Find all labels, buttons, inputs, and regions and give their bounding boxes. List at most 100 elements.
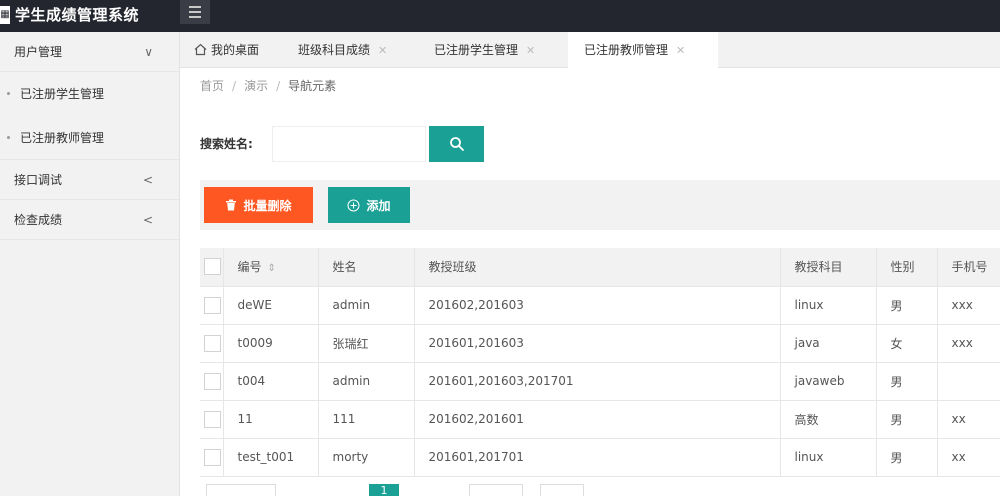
cell-phone: xxx [937,286,1000,325]
cell-subject: linux [780,438,877,477]
cell-phone: xxx [937,324,1000,363]
search-label: 搜索姓名: [200,137,253,151]
cell-classes: 201601,201603,201701 [414,362,781,401]
cell-phone [937,362,1000,401]
close-icon[interactable]: ✕ [526,44,535,57]
breadcrumb-current: 导航元素 [288,79,337,93]
batch-delete-button[interactable]: 批量删除 [204,187,313,223]
close-icon[interactable]: ✕ [378,44,387,57]
plus-circle-icon [347,199,360,211]
menu-toggle-button[interactable] [180,0,210,24]
tab-registered-students[interactable]: 已注册学生管理 ✕ [434,32,535,68]
cell-name: morty [318,438,415,477]
app-title: 学生成绩管理系统 [15,6,140,24]
cell-phone: xx [937,438,1000,477]
cell-id: test_t001 [223,438,319,477]
row-checkbox[interactable] [204,410,221,428]
cell-phone: xx [937,400,1000,439]
column-header-id[interactable]: 编号 ⇕ [223,248,319,287]
tab-bar: 我的桌面 班级科目成绩 ✕ 已注册学生管理 ✕ 已注册教师管理 ✕ [180,32,1000,69]
tab-label: 班级科目成绩 [298,43,371,57]
table-row[interactable]: test_t001 morty 201601,201701 linux 男 xx [200,438,1000,477]
close-icon[interactable]: ✕ [676,44,685,57]
cell-name: 张瑞红 [318,324,415,363]
table-row[interactable]: 11 111 201602,201601 高数 男 xx [200,400,1000,439]
table-row[interactable]: t0009 张瑞红 201601,201603 java 女 xxx [200,324,1000,363]
hamburger-icon [189,6,201,8]
page-size-select[interactable] [206,484,276,496]
cell-classes: 201601,201701 [414,438,781,477]
sidebar-item-user-management[interactable]: 用户管理 ∨ [0,32,179,72]
column-header-gender: 性别 [876,248,938,287]
sidebar-subitem-label: 已注册学生管理 [20,87,105,101]
tab-class-subject-scores[interactable]: 班级科目成绩 ✕ [298,32,387,68]
sidebar-item-api-debug[interactable]: 接口调试 < [0,160,179,200]
chevron-down-icon: ∨ [144,45,153,59]
cell-classes: 201602,201601 [414,400,781,439]
cell-subject: java [780,324,877,363]
row-checkbox[interactable] [204,372,221,390]
bullet-icon [7,92,10,95]
cell-subject: 高数 [780,400,877,439]
cell-gender: 男 [876,400,938,439]
trash-icon [226,199,237,211]
cell-id: t004 [223,362,319,401]
cell-subject: javaweb [780,362,877,401]
breadcrumb-home[interactable]: 首页 [200,79,224,93]
breadcrumb-separator: / [276,79,281,93]
home-icon [194,43,207,56]
cell-gender: 女 [876,324,938,363]
search-icon [449,137,464,151]
row-checkbox[interactable] [204,448,221,466]
tab-my-desktop[interactable]: 我的桌面 [194,32,259,68]
tab-registered-teachers[interactable]: 已注册教师管理 ✕ [568,32,718,69]
cell-name: admin [318,362,415,401]
column-header-name: 姓名 [318,248,415,287]
header-checkbox-cell [200,248,224,287]
sidebar-item-label: 检查成绩 [14,213,63,227]
page-jump-button[interactable] [540,484,584,496]
top-header: ▦ 学生成绩管理系统 [0,0,1000,32]
chevron-left-icon: < [142,173,153,187]
tab-label: 已注册学生管理 [434,43,519,57]
table-row[interactable]: deWE admin 201602,201603 linux 男 xxx [200,286,1000,325]
add-label: 添加 [366,198,391,213]
cell-id: 11 [223,400,319,439]
breadcrumb: 首页 / 演示 / 导航元素 [200,76,336,96]
tab-label: 我的桌面 [211,43,260,57]
select-all-checkbox[interactable] [204,258,221,276]
breadcrumb-separator: / [232,79,237,93]
pagination: 1 [200,484,1000,496]
cell-id: t0009 [223,324,319,363]
search-button[interactable] [429,126,484,162]
page-jump-input[interactable] [469,484,523,496]
breadcrumb-demo[interactable]: 演示 [244,79,268,93]
row-checkbox[interactable] [204,296,221,314]
tab-label: 已注册教师管理 [584,43,669,57]
batch-delete-label: 批量删除 [243,198,292,213]
chevron-left-icon: < [142,213,153,227]
cell-gender: 男 [876,362,938,401]
cell-gender: 男 [876,438,938,477]
bullet-icon [7,136,10,139]
sidebar-subitem-registered-students[interactable]: 已注册学生管理 [0,72,179,116]
sidebar-item-label: 接口调试 [14,173,63,187]
sidebar-item-check-scores[interactable]: 检查成绩 < [0,200,179,240]
row-checkbox[interactable] [204,334,221,352]
page-button-current[interactable]: 1 [369,484,399,496]
sort-icon[interactable]: ⇕ [268,263,276,274]
table-row[interactable]: t004 admin 201601,201603,201701 javaweb … [200,362,1000,401]
column-header-subject: 教授科目 [780,248,877,287]
sidebar-item-label: 用户管理 [14,45,63,59]
sidebar-subitem-registered-teachers[interactable]: 已注册教师管理 [0,116,179,160]
search-name-input[interactable] [272,126,426,162]
cell-gender: 男 [876,286,938,325]
cell-name: admin [318,286,415,325]
sidebar-subitem-label: 已注册教师管理 [20,131,105,145]
cell-classes: 201601,201603 [414,324,781,363]
table-header-row: 编号 ⇕ 姓名 教授班级 教授科目 性别 手机号 [200,248,1000,287]
column-header-phone: 手机号 [937,248,1000,287]
add-button[interactable]: 添加 [328,187,410,223]
action-toolbar: 批量删除 添加 [200,180,1000,230]
column-header-classes: 教授班级 [414,248,781,287]
